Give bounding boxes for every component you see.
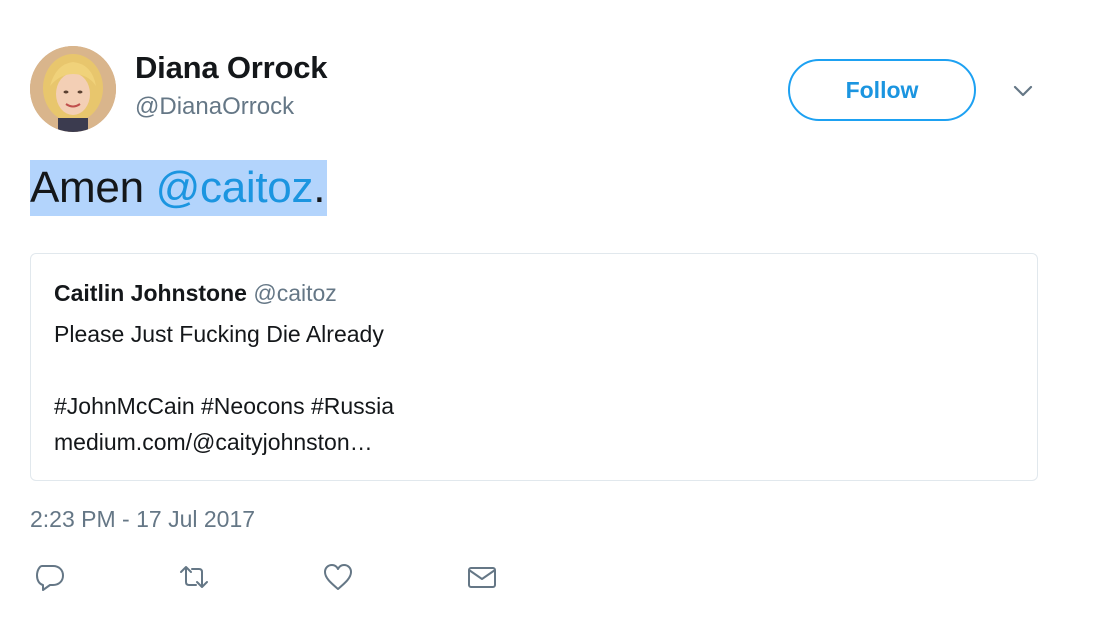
chevron-down-icon[interactable] [1010, 80, 1036, 102]
quoted-tweet-line [54, 352, 394, 388]
mention-link[interactable]: @caitoz [156, 163, 314, 212]
quoted-tweet-body: Please Just Fucking Die Already #JohnMcC… [54, 316, 394, 460]
follow-button[interactable]: Follow [788, 59, 976, 121]
tweet-text-suffix: . [313, 163, 326, 212]
author-name[interactable]: Diana Orrock [135, 50, 327, 86]
quoted-tweet-hashtags[interactable]: #JohnMcCain #Neocons #Russia [54, 388, 394, 424]
quoted-tweet[interactable]: Caitlin Johnstone @caitoz Please Just Fu… [30, 253, 1038, 481]
avatar-image [30, 46, 116, 132]
quoted-author-handle: @caitoz [253, 280, 337, 306]
heart-icon[interactable] [321, 560, 355, 594]
author-handle[interactable]: @DianaOrrock [135, 93, 294, 121]
tweet-actions [0, 560, 1104, 600]
reply-icon[interactable] [33, 560, 67, 594]
quoted-author-name: Caitlin Johnstone [54, 280, 247, 306]
quoted-tweet-link[interactable]: medium.com/@caityjohnston… [54, 424, 394, 460]
avatar[interactable] [30, 46, 116, 132]
envelope-icon[interactable] [465, 560, 499, 594]
quoted-tweet-line: Please Just Fucking Die Already [54, 321, 384, 347]
tweet-text: Amen @caitoz. [30, 160, 328, 216]
tweet-card: Diana Orrock @DianaOrrock Follow Amen @c… [0, 0, 1104, 644]
retweet-icon[interactable] [177, 560, 211, 594]
tweet-timestamp[interactable]: 2:23 PM - 17 Jul 2017 [30, 506, 255, 533]
tweet-text-prefix: Amen [30, 163, 156, 212]
quoted-tweet-header: Caitlin Johnstone @caitoz [54, 280, 337, 307]
